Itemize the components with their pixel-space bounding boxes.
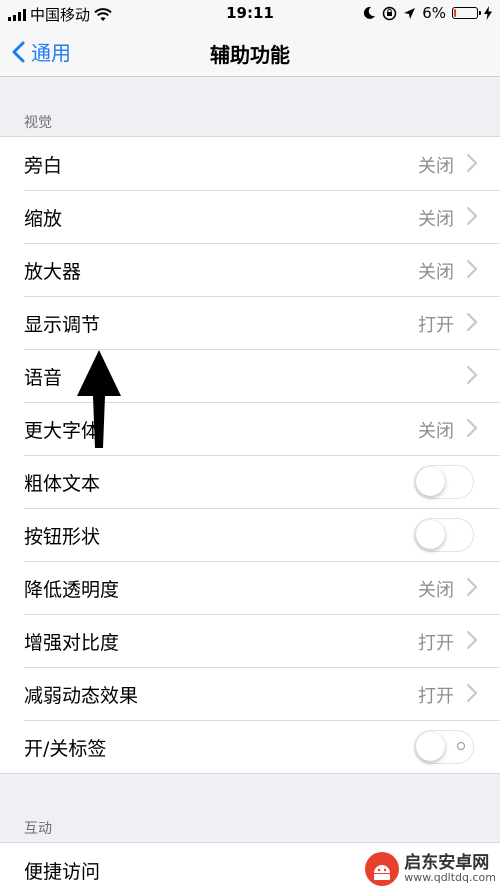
row-label: 放大器 [24, 261, 82, 283]
chevron-right-icon [466, 577, 478, 597]
rotation-lock-icon [382, 6, 397, 20]
button-shapes-toggle[interactable] [414, 518, 474, 552]
status-right: 6% [363, 4, 492, 22]
row-label: 旁白 [24, 155, 63, 177]
row-value: 关闭 [418, 209, 454, 230]
chevron-right-icon [466, 259, 478, 279]
row-voiceover[interactable]: 旁白 关闭 [0, 137, 500, 190]
page-title: 辅助功能 [210, 43, 290, 67]
row-label: 语音 [24, 367, 63, 389]
row-speech[interactable]: 语音 [0, 349, 500, 402]
android-logo-icon [365, 852, 400, 886]
row-label: 减弱动态效果 [24, 685, 139, 707]
row-larger-text[interactable]: 更大字体 关闭 [0, 402, 500, 455]
row-value: 打开 [418, 633, 454, 654]
bold-text-toggle[interactable] [414, 465, 474, 499]
section-header-interaction: 互动 [24, 821, 52, 837]
row-label: 缩放 [24, 208, 63, 230]
row-label: 粗体文本 [24, 473, 101, 495]
row-value: 打开 [418, 686, 454, 707]
row-value: 打开 [418, 315, 454, 336]
row-value: 关闭 [418, 580, 454, 601]
row-increase-contrast[interactable]: 增强对比度 打开 [0, 614, 500, 667]
row-label: 增强对比度 [24, 632, 120, 654]
row-display-accommodations[interactable]: 显示调节 打开 [0, 296, 500, 349]
accessibility-screen: 中国移动 19:11 6% 通用 辅助功能 视觉 旁白 关闭 缩放 关闭 放大器… [0, 0, 500, 889]
row-label: 降低透明度 [24, 579, 120, 601]
row-value: 关闭 [418, 262, 454, 283]
status-bar: 中国移动 19:11 6% [0, 0, 500, 28]
row-label: 开/关标签 [24, 738, 107, 760]
chevron-right-icon [466, 206, 478, 226]
off-label-ring-icon [457, 742, 465, 750]
location-icon [404, 7, 416, 19]
chevron-right-icon [466, 365, 478, 385]
row-bold-text: 粗体文本 [0, 455, 500, 508]
navigation-bar: 通用 辅助功能 [0, 28, 500, 77]
annotation-arrow-icon [77, 350, 121, 448]
row-label: 便捷访问 [24, 861, 101, 883]
vision-group: 旁白 关闭 缩放 关闭 放大器 关闭 显示调节 打开 语音 更大字体 关闭 粗体… [0, 136, 500, 774]
battery-icon [452, 7, 481, 19]
row-on-off-labels: 开/关标签 [0, 720, 500, 773]
chevron-right-icon [466, 153, 478, 173]
chevron-right-icon [466, 630, 478, 650]
chevron-right-icon [466, 683, 478, 703]
watermark: 启东安卓网 www.qdltdq.com [364, 851, 496, 887]
watermark-title: 启东安卓网 [404, 852, 490, 873]
row-zoom[interactable]: 缩放 关闭 [0, 190, 500, 243]
battery-percent: 6% [422, 4, 446, 22]
row-label: 显示调节 [24, 314, 101, 336]
row-value: 关闭 [418, 156, 454, 177]
row-magnifier[interactable]: 放大器 关闭 [0, 243, 500, 296]
row-reduce-transparency[interactable]: 降低透明度 关闭 [0, 561, 500, 614]
chevron-right-icon [466, 418, 478, 438]
row-reduce-motion[interactable]: 减弱动态效果 打开 [0, 667, 500, 720]
row-label: 按钮形状 [24, 526, 101, 548]
watermark-url: www.qdltdq.com [404, 871, 496, 885]
section-header-vision: 视觉 [24, 115, 52, 131]
on-off-labels-toggle[interactable] [414, 730, 474, 764]
chevron-right-icon [466, 312, 478, 332]
row-value: 关闭 [418, 421, 454, 442]
charging-icon [484, 6, 492, 20]
moon-icon [364, 6, 376, 19]
row-button-shapes: 按钮形状 [0, 508, 500, 561]
